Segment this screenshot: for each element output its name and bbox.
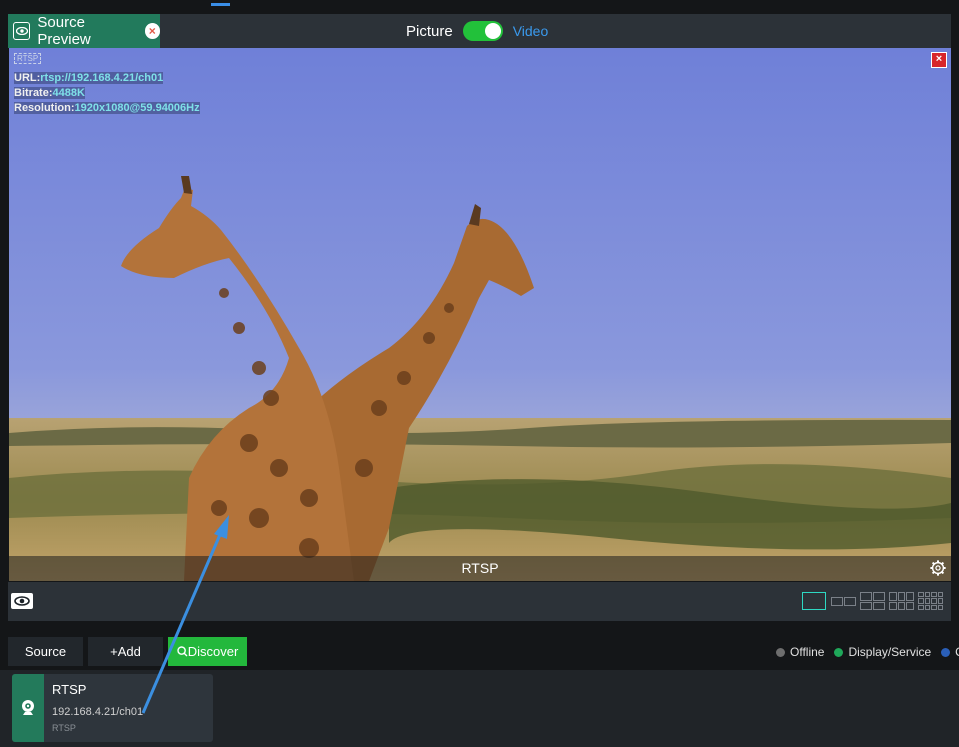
add-button[interactable]: +Add xyxy=(88,637,163,666)
legend-offline-label: Offline xyxy=(790,645,825,659)
status-legend: Offline Display/Service C xyxy=(776,645,959,659)
video-label[interactable]: Video xyxy=(513,23,549,39)
layout-2x3-button[interactable] xyxy=(889,592,914,610)
source-list: RTSP 192.168.4.21/ch01 RTSP xyxy=(0,670,959,747)
offline-dot xyxy=(776,647,785,657)
url-value: rtsp://192.168.4.21/ch01 xyxy=(40,72,164,84)
bitrate-line: Bitrate:4488K xyxy=(14,87,85,99)
search-icon xyxy=(177,646,188,657)
layout-3x4-button[interactable] xyxy=(918,592,943,610)
third-status-dot xyxy=(941,647,951,657)
mode-switch: Picture Video xyxy=(406,14,548,48)
preview-toolbar xyxy=(8,582,951,621)
source-preview-title: Source Preview xyxy=(37,14,91,48)
source-protocol: RTSP xyxy=(52,723,76,733)
legend-display-service: Display/Service xyxy=(834,645,931,659)
layout-selector xyxy=(802,592,943,610)
resolution-value: 1920x1080@59.94006Hz xyxy=(74,102,200,114)
picture-label[interactable]: Picture xyxy=(406,23,453,40)
layout-1x2-button[interactable] xyxy=(830,592,856,610)
source-name: RTSP xyxy=(52,682,87,697)
url-key: URL: xyxy=(14,72,41,84)
legend-display-service-label: Display/Service xyxy=(848,645,932,659)
source-address: 192.168.4.21/ch01 xyxy=(52,706,144,718)
eye-icon[interactable] xyxy=(11,593,33,609)
bitrate-key: Bitrate: xyxy=(14,87,53,99)
webcam-icon xyxy=(22,700,34,715)
toggle-knob xyxy=(484,23,501,39)
giraffe-scene-image xyxy=(9,48,951,581)
preview-header: Source Preview × Picture Video xyxy=(8,14,951,48)
resolution-key: Resolution: xyxy=(14,102,75,114)
legend-third: C xyxy=(941,645,959,659)
picture-video-toggle[interactable] xyxy=(462,21,503,41)
source-button[interactable]: Source xyxy=(8,637,83,666)
stream-type-tag: RTSP xyxy=(14,53,42,64)
video-preview[interactable]: RTSP URL:rtsp://192.168.4.21/ch01 Bitrat… xyxy=(9,48,951,581)
layout-2x2-button[interactable] xyxy=(860,592,885,610)
preview-eye-icon xyxy=(13,22,31,40)
source-preview-tab[interactable]: Source Preview × xyxy=(8,14,160,48)
resolution-line: Resolution:1920x1080@59.94006Hz xyxy=(14,102,200,114)
preview-caption-bar: RTSP xyxy=(9,556,951,581)
source-card[interactable]: RTSP 192.168.4.21/ch01 RTSP xyxy=(12,674,213,742)
bitrate-value: 4488K xyxy=(52,87,85,99)
display-service-dot xyxy=(834,647,844,657)
gear-icon[interactable] xyxy=(929,559,947,577)
close-preview-icon[interactable]: × xyxy=(144,23,160,39)
close-icon[interactable]: × xyxy=(931,52,947,68)
discover-label: Discover xyxy=(187,644,239,659)
url-line: URL:rtsp://192.168.4.21/ch01 xyxy=(14,72,164,84)
preview-caption: RTSP xyxy=(461,560,499,576)
active-tab-indicator xyxy=(211,3,230,6)
legend-third-label: C xyxy=(955,645,959,659)
top-strip xyxy=(0,0,959,14)
layout-1x1-button[interactable] xyxy=(802,592,826,610)
legend-offline: Offline xyxy=(776,645,824,659)
discover-button[interactable]: Discover xyxy=(168,637,247,666)
source-card-strip xyxy=(12,674,44,742)
